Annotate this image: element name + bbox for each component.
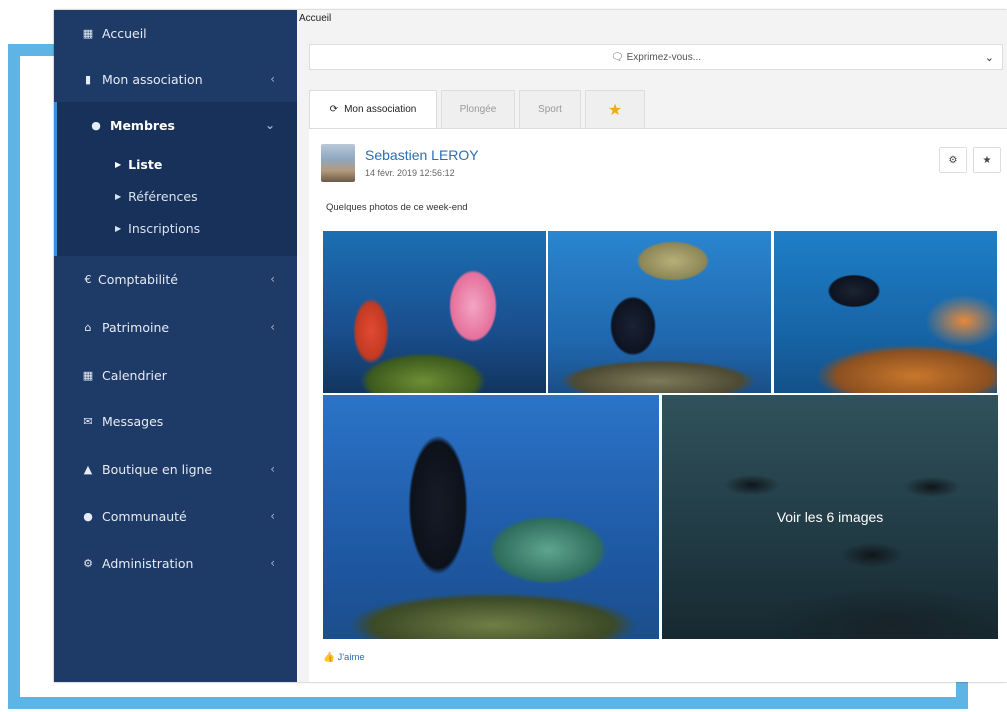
comment-icon: 🗨 (610, 51, 624, 63)
composer-input[interactable]: 🗨 Exprimez-vous... ⌄ (309, 44, 1003, 70)
submenu-label: Références (128, 188, 198, 204)
chevron-down-icon: ⌄ (264, 118, 275, 132)
sidebar-item-calendrier[interactable]: ▦ Calendrier (54, 352, 297, 398)
chevron-left-icon: ‹ (270, 72, 275, 86)
sidebar-item-label: Administration (102, 555, 194, 571)
tab-label: Sport (538, 104, 562, 115)
star-icon: ★ (607, 101, 623, 119)
sidebar-item-label: Comptabilité (98, 271, 178, 287)
caret-right-icon: ▶ (115, 223, 122, 233)
membres-submenu: ▶ Liste ▶ Références ▶ Inscriptions (54, 148, 297, 256)
sidebar: ▦ Accueil ▮ Mon association ‹ ● Membres … (54, 10, 297, 682)
bank-icon: ⌂ (84, 320, 92, 334)
caret-right-icon: ▶ (115, 159, 122, 169)
submenu-item-references[interactable]: ▶ Références (115, 186, 198, 206)
tab-sport[interactable]: Sport (519, 90, 581, 128)
caret-right-icon: ▶ (115, 191, 122, 201)
sidebar-item-patrimoine[interactable]: ⌂ Patrimoine ‹ (54, 304, 297, 350)
chevron-left-icon: ‹ (270, 556, 275, 570)
sidebar-item-label: Communauté (102, 508, 187, 524)
submenu-item-liste[interactable]: ▶ Liste (115, 154, 162, 174)
chevron-left-icon: ‹ (270, 272, 275, 286)
photo-diver-reef[interactable] (774, 231, 997, 393)
chevron-left-icon: ‹ (270, 509, 275, 523)
dashboard-icon: ▦ (82, 26, 94, 40)
sidebar-item-membres[interactable]: ● Membres ⌄ (54, 102, 297, 148)
calendar-icon: ▦ (82, 368, 94, 382)
sidebar-item-label: Patrimoine (102, 319, 170, 335)
tab-label: Mon association (344, 104, 417, 115)
tab-label: Plongée (459, 104, 497, 115)
avatar[interactable] (321, 144, 355, 182)
favorite-button[interactable]: ★ (973, 147, 1001, 173)
users-icon: ● (91, 118, 101, 132)
sidebar-item-label: Membres (110, 117, 175, 133)
sidebar-item-label: Accueil (102, 25, 147, 41)
chevron-left-icon: ‹ (270, 320, 275, 334)
sidebar-item-communaute[interactable]: ● Communauté ‹ (54, 493, 297, 539)
envelope-icon: ✉ (83, 414, 93, 428)
tab-mon-association[interactable]: ⟳ Mon association (309, 90, 437, 128)
sidebar-item-label: Mon association (102, 71, 203, 87)
sidebar-item-label: Messages (102, 413, 164, 429)
refresh-icon: ⟳ (329, 104, 339, 115)
sidebar-item-label: Calendrier (102, 367, 167, 383)
like-button[interactable]: 👍 J'aime (323, 652, 365, 663)
sidebar-item-label: Boutique en ligne (102, 461, 213, 477)
cogs-icon: ⚙ (83, 556, 93, 570)
more-images-label: Voir les 6 images (776, 509, 884, 525)
like-label: J'aime (337, 652, 365, 663)
submenu-label: Inscriptions (128, 220, 201, 236)
sidebar-item-messages[interactable]: ✉ Messages (54, 398, 297, 444)
photo-coral-reef[interactable] (323, 231, 546, 393)
settings-button[interactable]: ⚙ (939, 147, 967, 173)
photo-divers-more[interactable]: Voir les 6 images (662, 395, 998, 639)
sidebar-item-accueil[interactable]: ▦ Accueil (54, 10, 297, 56)
feed-tabs: ⟳ Mon association Plongée Sport ★ (309, 90, 649, 128)
comments-icon: ● (83, 509, 93, 523)
photo-diver-with-turtle[interactable] (323, 395, 659, 639)
composer-placeholder: Exprimez-vous... (626, 51, 702, 63)
app-window: ▦ Accueil ▮ Mon association ‹ ● Membres … (54, 10, 1007, 682)
shopping-bag-icon: ▲ (83, 462, 93, 476)
sidebar-item-comptabilite[interactable]: € Comptabilité ‹ (54, 256, 297, 302)
photo-diver-turtle[interactable] (548, 231, 771, 393)
chevron-left-icon: ‹ (270, 462, 275, 476)
post-author[interactable]: Sebastien LEROY (365, 147, 479, 163)
gear-icon: ⚙ (948, 154, 958, 166)
star-icon: ★ (982, 154, 992, 166)
sidebar-item-administration[interactable]: ⚙ Administration ‹ (54, 540, 297, 586)
tab-favorites[interactable]: ★ (585, 90, 645, 128)
more-images-overlay[interactable]: Voir les 6 images (662, 395, 998, 639)
tab-plongee[interactable]: Plongée (441, 90, 515, 128)
breadcrumb[interactable]: Accueil (299, 13, 331, 24)
main-content: Accueil 🗨 Exprimez-vous... ⌄ ⟳ Mon assoc… (297, 10, 1007, 682)
post-card: Sebastien LEROY 14 févr. 2019 12:56:12 ⚙… (309, 128, 1007, 682)
chevron-down-icon[interactable]: ⌄ (985, 51, 994, 64)
sidebar-item-boutique[interactable]: ▲ Boutique en ligne ‹ (54, 446, 297, 492)
submenu-label: Liste (128, 156, 163, 172)
euro-icon: € (84, 272, 92, 286)
submenu-item-inscriptions[interactable]: ▶ Inscriptions (115, 218, 200, 238)
post-message: Quelques photos de ce week-end (326, 202, 468, 213)
post-date: 14 févr. 2019 12:56:12 (365, 168, 455, 178)
thumbs-up-icon: 👍 (323, 652, 335, 663)
sidebar-item-mon-association[interactable]: ▮ Mon association ‹ (54, 56, 297, 102)
bookmark-icon: ▮ (84, 72, 92, 86)
